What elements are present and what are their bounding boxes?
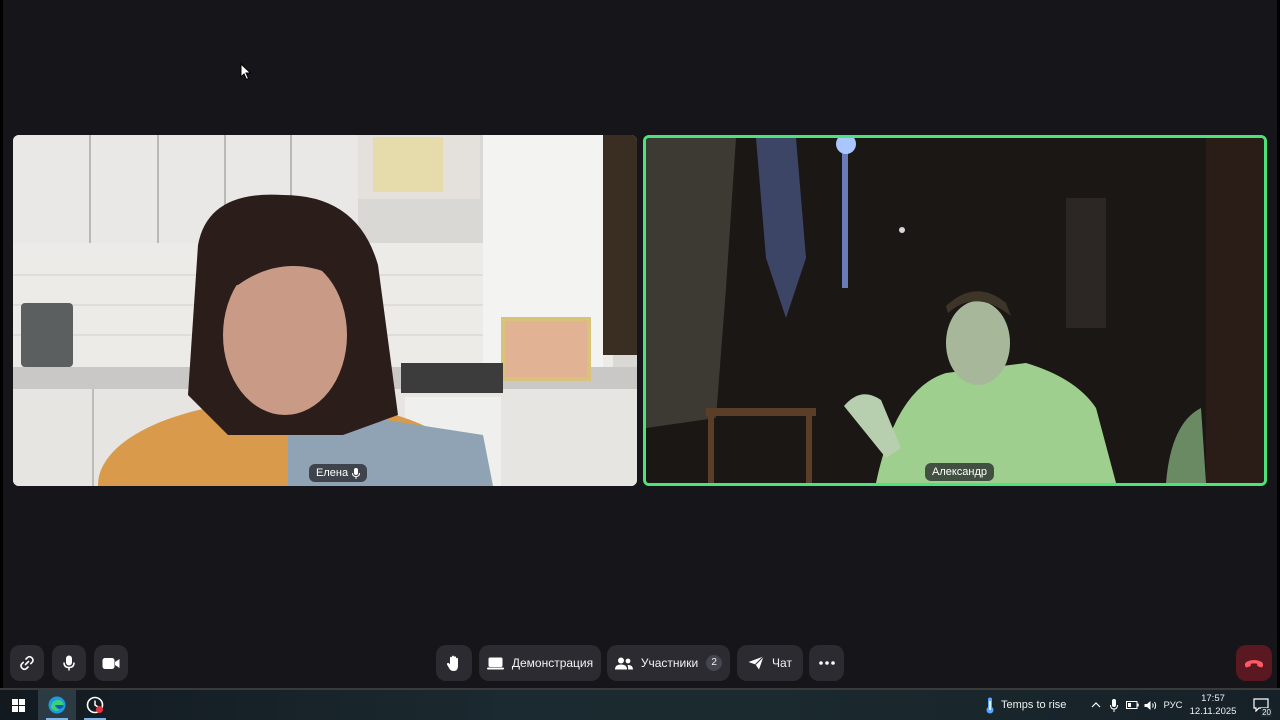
chat-label: Чат xyxy=(772,656,792,670)
notification-center-button[interactable]: 20 xyxy=(1246,690,1276,720)
chevron-up-icon xyxy=(1091,702,1101,708)
clock-date: 12.11.2025 xyxy=(1189,706,1237,717)
edge-browser-icon xyxy=(48,696,66,714)
participant-name: Елена xyxy=(316,467,349,479)
tray-microphone[interactable] xyxy=(1106,690,1122,720)
tray-battery[interactable] xyxy=(1124,690,1140,720)
weather-text: Temps to rise xyxy=(1001,699,1067,711)
participant-name-tag: Александр xyxy=(925,463,995,481)
video-call-window: Елена Александр Демонстрация Участники 2… xyxy=(0,0,1280,688)
weather-widget[interactable]: Temps to rise xyxy=(985,690,1081,720)
camera-toggle-button[interactable] xyxy=(94,645,128,681)
microphone-toggle-button[interactable] xyxy=(52,645,86,681)
chat-button[interactable]: Чат xyxy=(737,645,803,681)
phone-hangup-icon xyxy=(1244,659,1264,667)
hand-icon xyxy=(446,655,458,671)
screen-recorder-icon xyxy=(86,696,104,714)
camera-icon xyxy=(102,657,120,669)
raise-hand-button[interactable] xyxy=(436,645,472,681)
taskbar-edge-browser[interactable] xyxy=(38,690,76,720)
tray-volume[interactable] xyxy=(1141,690,1159,720)
participants-button[interactable]: Участники 2 xyxy=(607,645,730,681)
microphone-icon xyxy=(63,655,75,671)
link-icon xyxy=(20,655,34,671)
microphone-icon xyxy=(352,467,361,479)
thermometer-icon xyxy=(986,697,994,713)
participant-name-tag: Елена xyxy=(309,464,368,482)
system-clock[interactable]: 17:57 12.11.2025 xyxy=(1185,692,1241,718)
copy-link-button[interactable] xyxy=(10,645,44,681)
windows-logo-icon xyxy=(11,698,25,712)
start-button[interactable] xyxy=(0,690,36,720)
participants-count-badge: 2 xyxy=(706,655,723,671)
windows-taskbar: Temps to rise РУС 17:57 12.11.2025 20 xyxy=(0,690,1280,720)
taskbar-recording-app[interactable] xyxy=(76,690,114,720)
clock-time: 17:57 xyxy=(1201,693,1225,704)
participants-label: Участники xyxy=(640,656,699,670)
participant-tile-elena[interactable]: Елена xyxy=(13,135,637,486)
more-icon xyxy=(818,661,835,665)
end-call-button[interactable] xyxy=(1236,645,1272,681)
video-feed-kitchen xyxy=(13,135,637,486)
show-hidden-icons-button[interactable] xyxy=(1088,690,1104,720)
battery-icon xyxy=(1125,701,1139,709)
participant-tile-aleksandr[interactable]: Александр xyxy=(643,135,1267,486)
microphone-icon xyxy=(1110,698,1118,712)
more-options-button[interactable] xyxy=(809,645,844,681)
screen-share-button[interactable]: Демонстрация xyxy=(479,645,601,681)
participant-name: Александр xyxy=(932,466,988,478)
mouse-cursor-icon xyxy=(240,63,252,81)
video-feed-dark-room xyxy=(646,138,1264,483)
screen-share-label: Демонстрация xyxy=(511,656,594,670)
language-indicator[interactable]: РУС xyxy=(1160,690,1186,720)
screen-share-icon xyxy=(486,657,504,669)
language-label: РУС xyxy=(1163,699,1183,711)
speaker-icon xyxy=(1144,700,1156,710)
people-icon xyxy=(614,657,633,669)
notification-count: 20 xyxy=(1261,708,1272,717)
send-icon xyxy=(748,656,764,670)
window-edge-left xyxy=(0,0,3,688)
